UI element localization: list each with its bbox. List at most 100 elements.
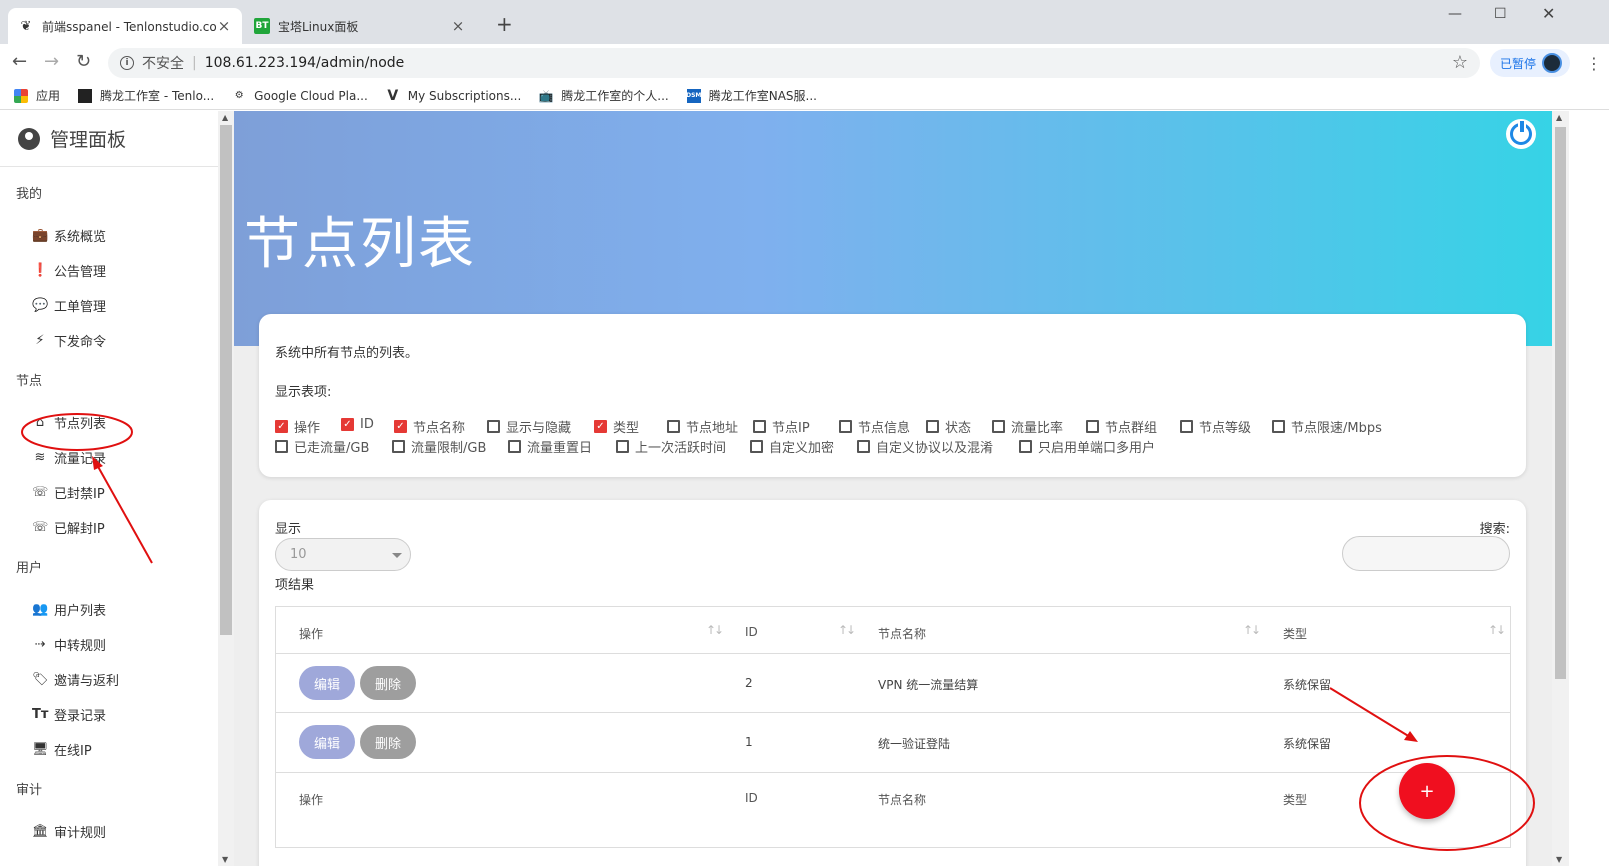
tv-icon: 📺 [538,88,554,103]
close-tab-icon[interactable]: × [216,17,232,35]
page-size-select[interactable]: 10 [275,538,411,571]
sidebar-scroll-thumb[interactable] [220,125,232,635]
tab-sspanel[interactable]: ❦ 前端sspanel - Tenlonstudio.co × [8,8,242,44]
table-header-row: 操作 ↑↓ ID ↑↓ 节点名称 ↑↓ 类型 ↑↓ [276,607,1510,654]
sidebar-item-online-ip[interactable]: 🖥 在线IP [32,739,92,759]
sidebar-item-commands[interactable]: ⚡ 下发命令 [32,330,106,350]
header-type[interactable]: 类型 [1283,625,1307,642]
sidebar-header[interactable]: 管理面板 [0,111,223,167]
reload-icon[interactable]: ↻ [76,52,91,72]
bookmark-apps[interactable]: 应用 [14,87,60,104]
column-toggle-checkbox[interactable]: 节点地址 [667,417,738,436]
close-tab-icon[interactable]: × [450,17,466,35]
sidebar-item-relay-rules[interactable]: ⇢ 中转规则 [32,634,106,654]
sidebar-section-mine: 我的 [16,187,43,202]
sidebar-item-unbanned-ip[interactable]: ☏ 已解封IP [32,517,105,537]
delete-button[interactable]: 删除 [360,725,416,759]
search-input[interactable] [1342,536,1510,571]
column-toggle-checkbox[interactable]: 流量重置日 [508,437,592,456]
bookmark-subscriptions[interactable]: V My Subscriptions... [386,88,521,104]
sidebar-item-node-list[interactable]: ⌂ 节点列表 [32,412,106,432]
column-toggle-checkbox[interactable]: 状态 [926,417,971,436]
minimize-icon[interactable]: — [1448,6,1462,22]
new-tab-icon[interactable]: + [496,14,513,34]
column-toggle-checkbox[interactable]: 流量限制/GB [392,437,486,456]
sidebar-item-traffic-log[interactable]: ≋ 流量记录 [32,447,106,467]
sidebar-item-tickets[interactable]: 💬 工单管理 [32,295,106,315]
sidebar-title: 管理面板 [50,129,127,151]
checkbox-unchecked-icon [616,440,629,453]
back-icon[interactable]: ← [12,52,27,72]
maximize-icon[interactable]: ☐ [1494,6,1507,22]
info-icon[interactable]: i [120,56,134,70]
url-bar[interactable]: i 不安全 | 108.61.223.194/admin/node ☆ [108,48,1480,78]
column-toggle-label: 节点限速/Mbps [1291,421,1382,436]
scroll-up-icon[interactable]: ▲ [1556,113,1562,122]
page-scroll-thumb[interactable] [1555,127,1566,679]
announcement-icon: ❗ [32,262,49,278]
delete-button[interactable]: 删除 [360,666,416,700]
column-toggle-checkbox[interactable]: 节点信息 [839,417,910,436]
column-toggle-checkbox[interactable]: ✓ ID [341,417,374,432]
column-toggle-checkbox[interactable]: 节点等级 [1180,417,1251,436]
column-toggle-checkbox[interactable]: 显示与隐藏 [487,417,571,436]
column-toggle-checkbox[interactable]: 节点群组 [1086,417,1157,436]
column-toggle-checkbox[interactable]: 自定义加密 [750,437,834,456]
sort-icon[interactable]: ↑↓ [1488,623,1506,637]
bookmark-personal[interactable]: 📺 腾龙工作室的个人... [538,87,669,104]
avatar [1542,53,1563,73]
sort-icon[interactable]: ↑↓ [1243,623,1261,637]
forward-icon[interactable]: → [44,52,59,72]
sidebar-item-audit-rules[interactable]: 🏛 审计规则 [32,821,106,841]
sip-phone-icon: ☏ [32,519,49,535]
sort-icon[interactable]: ↑↓ [838,623,856,637]
column-toggle-checkbox[interactable]: 节点IP [753,417,810,436]
bookmark-star-icon[interactable]: ☆ [1452,52,1468,73]
add-node-button[interactable]: + [1399,763,1455,819]
column-toggle-checkbox[interactable]: 流量比率 [992,417,1063,436]
page-size-value: 10 [290,547,307,562]
columns-label: 显示表项: [275,385,332,400]
browser-menu-icon[interactable]: ⋮ [1586,54,1602,73]
page-scrollbar[interactable]: ▲ ▼ [1552,111,1569,866]
row-id: 2 [745,676,753,690]
column-toggle-checkbox[interactable]: 节点限速/Mbps [1272,417,1382,436]
edit-button[interactable]: 编辑 [299,666,355,700]
url-text[interactable]: 108.61.223.194/admin/node [205,55,405,71]
sidebar-item-banned-ip[interactable]: ☏ 已封禁IP [32,482,105,502]
scroll-up-icon[interactable]: ▲ [222,113,228,122]
sidebar-scrollbar[interactable]: ▲ ▼ [218,111,234,866]
bookmark-tenlong[interactable]: 腾龙工作室 - Tenlo... [78,87,214,104]
column-toggle-checkbox[interactable]: ✓ 节点名称 [394,417,465,436]
scroll-down-icon[interactable]: ▼ [1556,855,1562,864]
bookmark-google-cloud[interactable]: ⚙ Google Cloud Pla... [232,89,368,103]
close-window-icon[interactable]: ✕ [1542,4,1555,23]
sidebar-item-announcements[interactable]: ❗ 公告管理 [32,260,106,280]
sidebar-item-login-log[interactable]: Tт 登录记录 [32,704,106,724]
sort-icon[interactable]: ↑↓ [706,623,724,637]
power-icon[interactable] [1506,119,1536,149]
sidebar-item-user-list[interactable]: 👥 用户列表 [32,599,106,619]
header-actions[interactable]: 操作 [299,625,323,642]
column-toggle-checkbox[interactable]: 只启用单端口多用户 [1019,437,1155,456]
sidebar-item-overview[interactable]: 💼 系统概览 [32,225,106,245]
checkbox-unchecked-icon [667,420,680,433]
column-toggle-checkbox[interactable]: 上一次活跃时间 [616,437,726,456]
column-toggle-checkbox[interactable]: ✓ 操作 [275,417,320,436]
header-node-name[interactable]: 节点名称 [878,625,926,642]
column-toggle-label: 类型 [613,421,640,436]
footer-actions: 操作 [299,793,324,807]
column-toggle-checkbox[interactable]: 自定义协议以及混淆 [857,437,993,456]
dark-square-icon [78,88,93,103]
column-toggle-checkbox[interactable]: 已走流量/GB [275,437,369,456]
sidebar-item-invites[interactable]: 🏷 邀请与返利 [32,669,119,689]
tab-bt-panel[interactable]: BT 宝塔Linux面板 × [244,8,476,44]
monitor-icon: 🖥 [32,741,49,757]
column-toggle-label: 节点IP [772,421,810,436]
header-id[interactable]: ID [745,625,758,639]
bookmark-nas[interactable]: DSM 腾龙工作室NAS服... [686,87,817,104]
column-toggle-checkbox[interactable]: ✓ 类型 [594,417,639,436]
profile-paused-button[interactable]: 已暂停 [1490,49,1571,77]
edit-button[interactable]: 编辑 [299,725,355,759]
scroll-down-icon[interactable]: ▼ [222,855,228,864]
